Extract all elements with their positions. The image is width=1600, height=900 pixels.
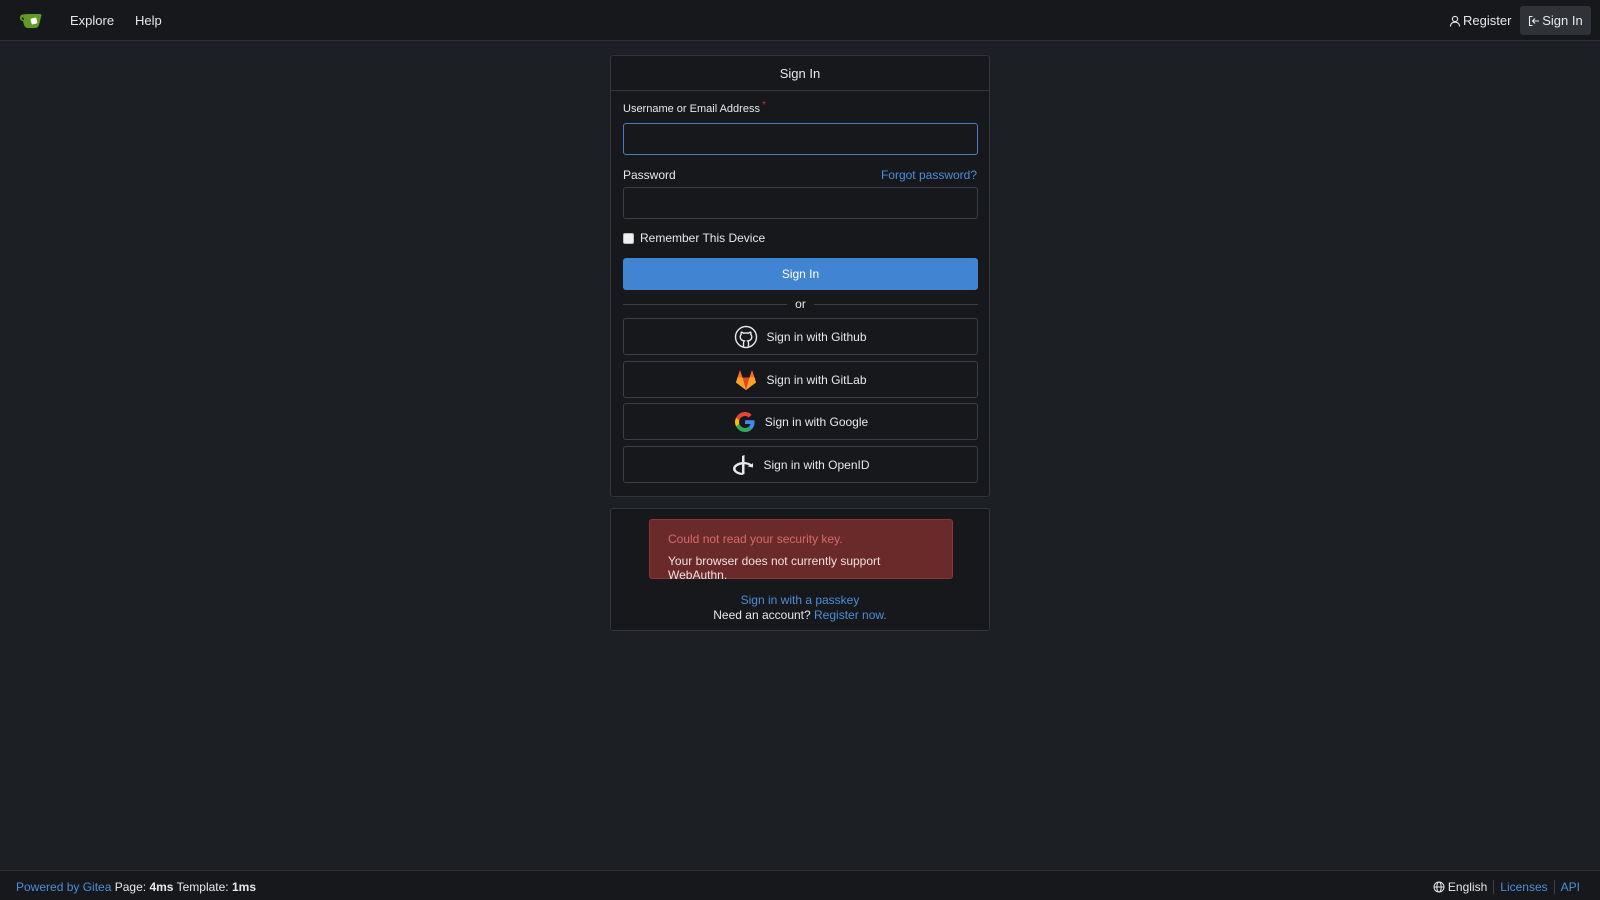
password-input[interactable] — [623, 187, 978, 219]
openid-icon — [733, 454, 754, 475]
passkey-signin-link[interactable]: Sign in with a passkey — [611, 593, 989, 607]
oauth-openid-button[interactable]: Sign in with OpenID — [623, 446, 978, 483]
remember-checkbox[interactable] — [623, 232, 634, 244]
page-time-label: Page: — [114, 880, 147, 894]
template-time-value: 1ms — [231, 880, 256, 894]
oauth-github-label: Sign in with Github — [766, 329, 867, 344]
divider-line-right — [814, 304, 978, 305]
oauth-openid-label: Sign in with OpenID — [763, 457, 870, 472]
password-label: Password — [623, 168, 676, 182]
oauth-gitlab-button[interactable]: Sign in with GitLab — [623, 361, 978, 398]
top-navbar: Explore Help Register Sign In — [0, 0, 1600, 41]
username-label: Username or Email Address * — [623, 100, 766, 115]
oauth-google-button[interactable]: Sign in with Google — [623, 403, 978, 440]
oauth-github-button[interactable]: Sign in with Github — [623, 318, 978, 355]
nav-help[interactable]: Help — [135, 13, 162, 28]
register-label: Register — [1463, 13, 1512, 28]
github-icon — [735, 325, 758, 348]
gitea-logo-icon[interactable] — [19, 9, 44, 31]
oauth-google-label: Sign in with Google — [764, 414, 869, 429]
language-label: English — [1447, 880, 1488, 894]
register-now-link[interactable]: Register now. — [814, 608, 887, 622]
page-footer: Powered by Gitea Page: 4ms Template: 1ms… — [0, 870, 1600, 900]
footer-separator — [1553, 880, 1555, 894]
username-input[interactable] — [623, 123, 978, 155]
remember-device[interactable]: Remember This Device — [623, 231, 765, 245]
sign-in-icon — [1529, 15, 1540, 26]
licenses-link[interactable]: Licenses — [1500, 880, 1547, 894]
google-icon — [734, 411, 755, 432]
footer-left: Powered by Gitea Page: 4ms Template: 1ms — [16, 880, 256, 894]
forgot-password-link[interactable]: Forgot password? — [881, 168, 977, 182]
person-icon — [1449, 15, 1461, 27]
footer-right: English Licenses API — [1433, 880, 1580, 894]
register-link[interactable]: Register — [1449, 13, 1511, 28]
nav-signin-button[interactable]: Sign In — [1520, 6, 1591, 35]
webauthn-error-message: Could not read your security key. Your b… — [649, 519, 953, 582]
or-divider: or — [623, 297, 978, 311]
need-account-text: Need an account? Register now. — [611, 608, 989, 622]
nav-signin-label: Sign In — [1542, 13, 1583, 28]
remember-label: Remember This Device — [640, 231, 766, 245]
username-label-text: Username or Email Address — [623, 103, 760, 115]
api-link[interactable]: API — [1561, 880, 1580, 894]
language-selector[interactable]: English — [1433, 880, 1487, 894]
gitlab-icon — [736, 369, 757, 390]
error-title: Could not read your security key. — [668, 532, 843, 546]
error-detail: Your browser does not currently support … — [668, 554, 881, 582]
signin-title: Sign In — [611, 56, 989, 91]
powered-by-link[interactable]: Powered by Gitea — [16, 880, 111, 894]
need-account-label: Need an account? — [713, 608, 811, 622]
required-marker: * — [761, 100, 766, 111]
globe-icon — [1433, 881, 1445, 893]
signin-form: Sign In Username or Email Address * Passw… — [610, 55, 990, 497]
nav-explore[interactable]: Explore — [70, 13, 114, 28]
template-time-label: Template: — [176, 880, 229, 894]
page-time-value: 4ms — [149, 880, 174, 894]
oauth-gitlab-label: Sign in with GitLab — [766, 372, 867, 387]
passkey-panel: Could not read your security key. Your b… — [610, 508, 990, 631]
signin-submit-button[interactable]: Sign In — [623, 258, 978, 290]
footer-separator — [1493, 880, 1495, 894]
